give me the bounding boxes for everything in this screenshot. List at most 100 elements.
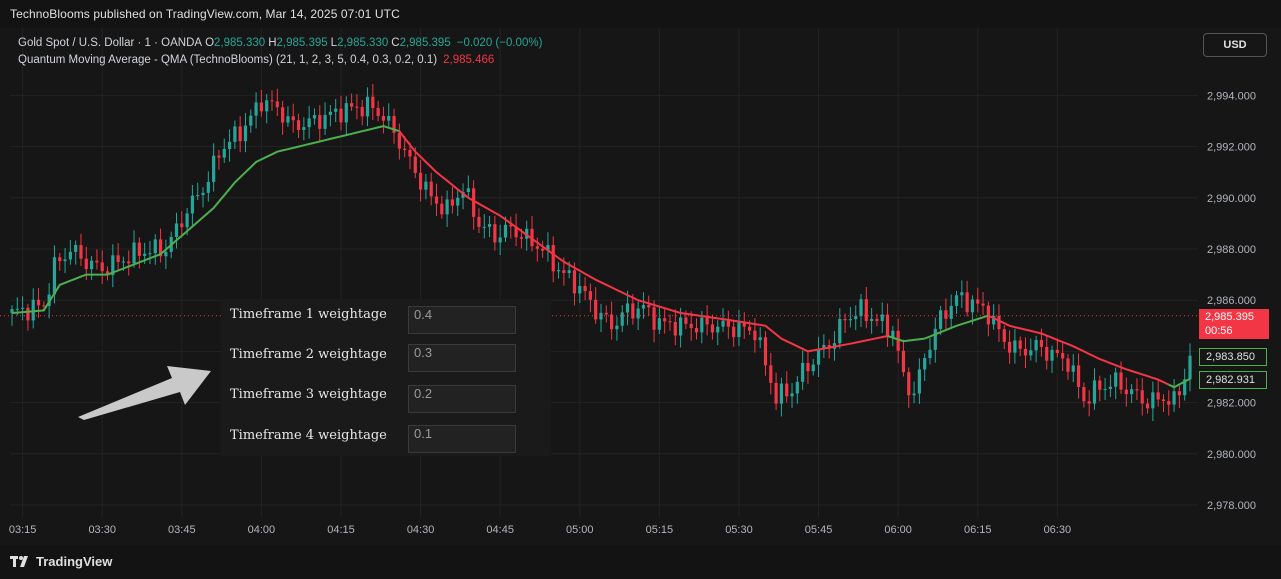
candle-body — [243, 125, 248, 142]
candle-body — [954, 295, 959, 306]
candle-body — [143, 253, 147, 256]
arrow-shape — [78, 366, 211, 420]
candle-body — [429, 181, 433, 197]
currency-button[interactable]: USD — [1203, 33, 1267, 57]
time-tick-label: 04:15 — [327, 524, 355, 536]
tf1-weight-label: Timeframe 1 weightage — [230, 307, 387, 322]
high-label: H — [268, 37, 277, 49]
tradingview-logo[interactable]: TradingView — [10, 554, 112, 569]
candle-body — [201, 192, 205, 196]
candle-body — [89, 260, 94, 270]
candle-body — [578, 285, 582, 294]
candle-body — [1108, 386, 1113, 389]
symbol-row: Gold Spot / U.S. Dollar · 1 · OANDA O 2,9… — [18, 35, 542, 52]
candle-body — [318, 115, 322, 129]
candle-body — [217, 155, 221, 158]
candle-body — [1151, 392, 1155, 409]
bar-countdown: 00:56 — [1205, 325, 1233, 337]
candle-body — [684, 317, 688, 324]
candle-body — [52, 257, 57, 295]
indicator-row: Quantum Moving Average - QMA (TechnoBloo… — [18, 52, 542, 69]
candle-body — [599, 312, 603, 320]
candle-body — [885, 314, 890, 338]
indicator-name[interactable]: Quantum Moving Average - QMA (TechnoBloo… — [18, 52, 437, 69]
candle-body — [870, 318, 874, 322]
candle-body — [472, 188, 476, 217]
tradingview-brand: TradingView — [36, 554, 113, 569]
time-axis[interactable]: 03:15 03:30 03:45 04:00 04:15 04:30 04:45 05:00… — [9, 524, 1071, 536]
candle-body — [116, 255, 120, 262]
candle-body — [477, 216, 481, 227]
price-tick-label: 2,990.000 — [1207, 193, 1256, 205]
candle-body — [636, 308, 640, 319]
candle-body — [928, 349, 932, 359]
candle-body — [965, 292, 969, 313]
candle-body — [716, 326, 720, 333]
candle-body — [917, 369, 921, 394]
candle-body — [1050, 349, 1054, 361]
candle-body — [312, 115, 317, 119]
candle-body — [726, 320, 730, 327]
close-value: 2,985.395 — [399, 37, 451, 49]
candle-body — [647, 304, 651, 308]
candlestick-chart[interactable]: 2,978.0002,980.0002,982.0002,984.0002,98… — [0, 0, 1281, 545]
candle-body — [413, 156, 417, 173]
candle-body — [84, 258, 88, 270]
candle-body — [1161, 399, 1166, 402]
time-tick-label: 03:45 — [168, 524, 196, 536]
tf1-weight-input[interactable]: 0.4 — [408, 306, 516, 334]
time-tick-label: 05:30 — [725, 524, 753, 536]
candle-body — [238, 126, 242, 142]
candle-body — [567, 270, 571, 273]
candle-body — [254, 102, 258, 116]
candle-body — [212, 155, 216, 182]
candle-body — [970, 299, 975, 313]
time-tick-label: 06:15 — [964, 524, 992, 536]
candle-body — [859, 299, 863, 317]
candle-body — [328, 111, 332, 115]
candle-body — [944, 310, 948, 319]
candle-body — [1066, 358, 1070, 372]
candle-body — [185, 213, 189, 228]
candle-body — [1071, 365, 1075, 372]
price-tick-label: 2,982.000 — [1207, 398, 1256, 410]
candle-body — [880, 314, 884, 321]
candle-body — [981, 303, 985, 306]
candle-body — [418, 172, 423, 190]
candle-body — [652, 307, 656, 330]
candle-body — [450, 199, 455, 206]
candle-body — [1119, 372, 1123, 390]
candle-body — [1007, 341, 1012, 353]
candle-body — [551, 245, 555, 272]
candle-body — [615, 325, 619, 330]
tradingview-logo-icon — [10, 555, 28, 567]
tf3-weight-input[interactable]: 0.2 — [408, 385, 516, 413]
candle-body — [939, 310, 943, 329]
symbol-name[interactable]: Gold Spot / U.S. Dollar · 1 · OANDA — [18, 35, 202, 52]
candle-body — [79, 245, 83, 259]
indicator-value: 2,985.466 — [443, 54, 495, 66]
candle-body — [365, 96, 370, 117]
candle-body — [912, 393, 916, 396]
candle-body — [673, 321, 677, 336]
price-tick-label: 2,980.000 — [1207, 449, 1256, 461]
tf2-weight-input[interactable]: 0.3 — [408, 344, 516, 372]
candle-body — [875, 318, 879, 321]
candle-body — [562, 270, 566, 273]
candle-body — [1103, 388, 1107, 390]
price-axis[interactable]: 2,978.0002,980.0002,982.0002,984.0002,98… — [1207, 90, 1256, 512]
candle-body — [291, 116, 295, 121]
candle-body — [403, 148, 407, 151]
candle-body — [408, 150, 412, 157]
candle-body — [180, 223, 184, 228]
candle-body — [424, 181, 428, 190]
candle-body — [339, 108, 343, 123]
candle-body — [816, 349, 821, 365]
change-value: −0.020 (−0.00%) — [456, 37, 543, 49]
candle-body — [519, 237, 524, 239]
candle-body — [1039, 339, 1044, 347]
candle-body — [58, 257, 62, 262]
candle-body — [1130, 389, 1134, 395]
candle-body — [482, 226, 486, 228]
tf4-weight-input[interactable]: 0.1 — [408, 425, 516, 453]
